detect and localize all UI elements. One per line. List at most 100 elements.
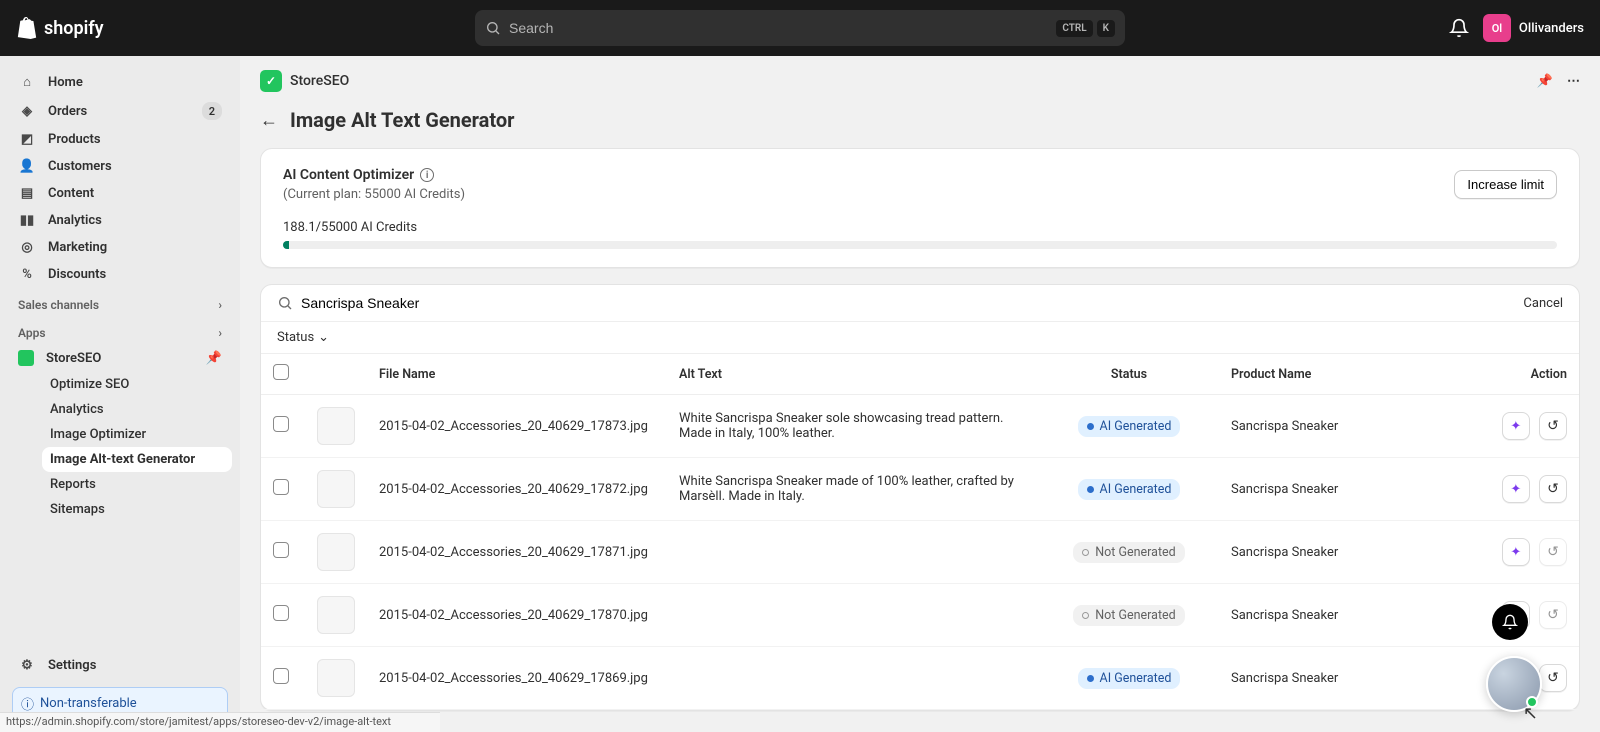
orders-badge: 2: [202, 102, 222, 120]
generate-button[interactable]: ✦: [1502, 412, 1530, 440]
sidebar-item-analytics[interactable]: ▮▮Analytics: [8, 207, 232, 234]
image-thumbnail[interactable]: [317, 407, 355, 445]
undo-button[interactable]: ↺: [1539, 475, 1567, 503]
topbar: shopify CTRL K Ol Ollivanders: [0, 0, 1600, 56]
info-icon[interactable]: i: [420, 168, 434, 182]
more-icon[interactable]: ⋯: [1567, 74, 1580, 89]
alt-text-cell: [667, 647, 1039, 710]
search-cancel-button[interactable]: Cancel: [1523, 296, 1563, 311]
col-file: File Name: [367, 354, 667, 395]
row-checkbox[interactable]: [273, 605, 289, 621]
images-table: File Name Alt Text Status Product Name A…: [261, 354, 1579, 710]
generate-button[interactable]: ✦: [1502, 538, 1530, 566]
kbd-k: K: [1097, 20, 1115, 37]
sidebar-item-home[interactable]: ⌂Home: [8, 68, 232, 96]
user-name: Ollivanders: [1519, 21, 1584, 36]
row-checkbox[interactable]: [273, 479, 289, 495]
credits-progress-fill: [283, 241, 289, 249]
search-input[interactable]: [509, 20, 1056, 36]
row-checkbox[interactable]: [273, 542, 289, 558]
images-table-card: Cancel Status ⌄ File Name Alt Text Statu…: [260, 284, 1580, 711]
image-thumbnail[interactable]: [317, 596, 355, 634]
notifications-icon[interactable]: [1449, 18, 1469, 38]
sidebar-item-discounts[interactable]: %Discounts: [8, 261, 232, 288]
pin-icon[interactable]: 📌: [206, 351, 222, 366]
file-name-cell: 2015-04-02_Accessories_20_40629_17871.jp…: [367, 521, 667, 584]
product-name-cell: Sancrispa Sneaker: [1219, 395, 1449, 458]
undo-icon: ↺: [1547, 544, 1559, 560]
info-icon: ⓘ: [21, 694, 34, 713]
subnav-sitemaps[interactable]: Sitemaps: [42, 497, 232, 522]
sidebar-item-marketing[interactable]: ◎ Marketing: [8, 234, 232, 261]
generate-button[interactable]: ✦: [1502, 475, 1530, 503]
sidebar-item-content[interactable]: ▤ Content: [8, 180, 232, 207]
search-shortcut: CTRL K: [1056, 20, 1115, 37]
undo-button[interactable]: ↺: [1539, 664, 1567, 692]
undo-button: ↺: [1539, 601, 1567, 629]
table-search-row: Cancel: [261, 285, 1579, 322]
subnav-image-optimizer[interactable]: Image Optimizer: [42, 422, 232, 447]
alt-text-cell: [667, 584, 1039, 647]
image-thumbnail[interactable]: [317, 533, 355, 571]
chevron-right-icon: ›: [218, 326, 222, 340]
col-alt: Alt Text: [667, 354, 1039, 395]
back-button[interactable]: ←: [260, 110, 278, 131]
discounts-icon: %: [18, 267, 36, 282]
brand-text: shopify: [44, 18, 104, 39]
gear-icon: ⚙: [18, 658, 36, 673]
product-name-cell: Sancrispa Sneaker: [1219, 521, 1449, 584]
table-row: 2015-04-02_Accessories_20_40629_17869.jp…: [261, 647, 1579, 710]
sidebar-app-storeseo[interactable]: StoreSEO 📌: [8, 344, 232, 372]
user-menu[interactable]: Ol Ollivanders: [1483, 14, 1584, 42]
notifications-fab[interactable]: [1492, 604, 1528, 640]
product-name-cell: Sancrispa Sneaker: [1219, 647, 1449, 710]
image-thumbnail[interactable]: [317, 470, 355, 508]
increase-limit-button[interactable]: Increase limit: [1454, 170, 1557, 199]
search-icon: [485, 20, 501, 36]
row-checkbox[interactable]: [273, 416, 289, 432]
sidebar-item-label: Marketing: [48, 240, 107, 255]
product-name-cell: Sancrispa Sneaker: [1219, 458, 1449, 521]
optimizer-card: AI Content Optimizer i (Current plan: 55…: [260, 148, 1580, 268]
sidebar-item-label: Image Optimizer: [50, 427, 146, 442]
product-name-cell: Sancrispa Sneaker: [1219, 584, 1449, 647]
sidebar-item-label: Home: [48, 75, 83, 90]
subnav-image-alt-text[interactable]: Image Alt-text Generator: [42, 447, 232, 472]
app-name: StoreSEO: [290, 73, 349, 89]
analytics-icon: ▮▮: [18, 213, 36, 228]
pin-icon[interactable]: 📌: [1537, 74, 1553, 89]
table-search-input[interactable]: [301, 295, 1511, 311]
subnav-optimize-seo[interactable]: Optimize SEO: [42, 372, 232, 397]
select-all-checkbox[interactable]: [273, 364, 289, 380]
image-thumbnail[interactable]: [317, 659, 355, 697]
sidebar-item-orders[interactable]: ◈Orders2: [8, 96, 232, 126]
subnav-analytics[interactable]: Analytics: [42, 397, 232, 422]
sidebar-item-products[interactable]: ◩Products: [8, 126, 232, 153]
credits-progress: [283, 241, 1557, 249]
sidebar-item-label: Settings: [48, 658, 96, 673]
products-icon: ◩: [18, 132, 36, 147]
section-apps[interactable]: Apps›: [8, 316, 232, 344]
sidebar-item-settings[interactable]: ⚙ Settings: [8, 652, 232, 679]
main-content: ✓ StoreSEO 📌 ⋯ ← Image Alt Text Generato…: [240, 56, 1600, 732]
table-row: 2015-04-02_Accessories_20_40629_17871.jp…: [261, 521, 1579, 584]
marketing-icon: ◎: [18, 240, 36, 255]
col-status: Status: [1039, 354, 1219, 395]
content-icon: ▤: [18, 186, 36, 201]
app-logo-icon: ✓: [260, 70, 282, 92]
section-sales-channels[interactable]: Sales channels›: [8, 288, 232, 316]
chat-widget[interactable]: [1486, 656, 1542, 712]
status-badge: AI Generated: [1078, 479, 1181, 500]
undo-button[interactable]: ↺: [1539, 412, 1567, 440]
global-search[interactable]: CTRL K: [475, 10, 1125, 46]
status-filter[interactable]: Status ⌄: [277, 330, 329, 345]
file-name-cell: 2015-04-02_Accessories_20_40629_17873.jp…: [367, 395, 667, 458]
shopify-logo[interactable]: shopify: [16, 16, 104, 40]
row-checkbox[interactable]: [273, 668, 289, 684]
file-name-cell: 2015-04-02_Accessories_20_40629_17870.jp…: [367, 584, 667, 647]
subnav-reports[interactable]: Reports: [42, 472, 232, 497]
sidebar-item-label: Content: [48, 186, 94, 201]
sidebar-item-customers[interactable]: 👤Customers: [8, 153, 232, 180]
file-name-cell: 2015-04-02_Accessories_20_40629_17869.jp…: [367, 647, 667, 710]
avatar: Ol: [1483, 14, 1511, 42]
